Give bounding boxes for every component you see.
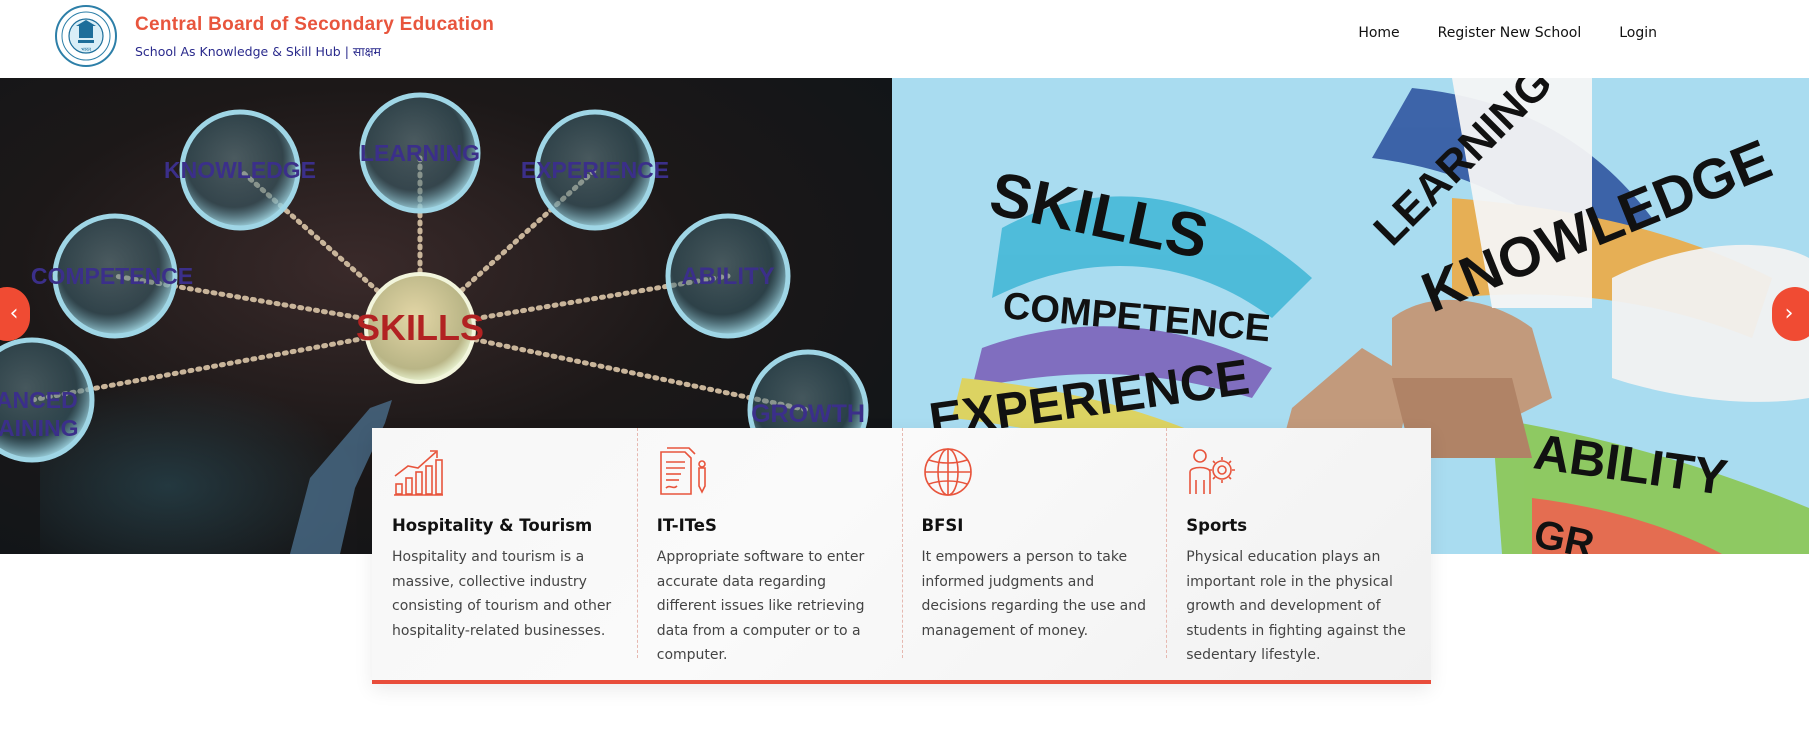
nav-home[interactable]: Home (1358, 25, 1399, 41)
nav-login[interactable]: Login (1619, 25, 1657, 41)
carousel-next-button[interactable]: › (1772, 287, 1809, 341)
card-description: Appropriate software to enter accurate d… (656, 549, 865, 663)
card-bfsi[interactable]: BFSI It empowers a person to take inform… (901, 428, 1167, 680)
card-description: Hospitality and tourism is a massive, co… (392, 549, 612, 639)
bubble-word-learning: LEARNING (360, 140, 480, 166)
card-title: Sports (1186, 516, 1248, 535)
cbse-logo-icon[interactable]: भारत (54, 4, 118, 68)
bubble-word-ability: ABILITY (681, 263, 774, 290)
globe-icon (923, 448, 972, 496)
card-hospitality-tourism[interactable]: Hospitality & Tourism Hospitality and to… (372, 428, 637, 680)
card-description: Physical education plays an important ro… (1186, 549, 1406, 663)
person-gear-icon (1189, 449, 1236, 494)
card-sports[interactable]: Sports Physical education plays an impor… (1166, 428, 1431, 680)
svg-text:भारत: भारत (81, 47, 91, 53)
bubble-word-vanced: VANCED (0, 387, 78, 413)
bubble-word-growth: GROWTH (751, 400, 865, 428)
site-tagline: School As Knowledge & Skill Hub | साक्षम (135, 44, 382, 59)
bar-chart-growth-icon (394, 450, 443, 496)
card-it-ites[interactable]: IT-ITeS Appropriate software to enter ac… (636, 428, 902, 680)
documents-pen-icon (659, 447, 706, 495)
card-title: IT-ITeS (656, 516, 717, 535)
bubble-word-experience: EXPERIENCE (521, 157, 669, 183)
site-title[interactable]: Central Board of Secondary Education (135, 14, 494, 36)
chevron-left-icon: ‹ (9, 301, 19, 326)
main-nav: Home Register New School Login (1358, 25, 1657, 41)
card-description: It empowers a person to take informed ju… (921, 549, 1146, 639)
card-title: Hospitality & Tourism (392, 516, 593, 535)
sector-cards: Hospitality & Tourism Hospitality and to… (372, 428, 1431, 684)
bubble-word-competence: COMPETENCE (31, 263, 193, 289)
bubble-word-raining: RAINING (0, 415, 79, 441)
card-title: BFSI (921, 516, 964, 535)
site-header: भारत Central Board of Secondary Educatio… (0, 0, 1809, 78)
bubble-word-knowledge: KNOWLEDGE (164, 157, 316, 183)
chevron-right-icon: › (1784, 301, 1794, 326)
bubble-word-skills: SKILLS (356, 307, 484, 348)
nav-register-new-school[interactable]: Register New School (1438, 25, 1582, 41)
